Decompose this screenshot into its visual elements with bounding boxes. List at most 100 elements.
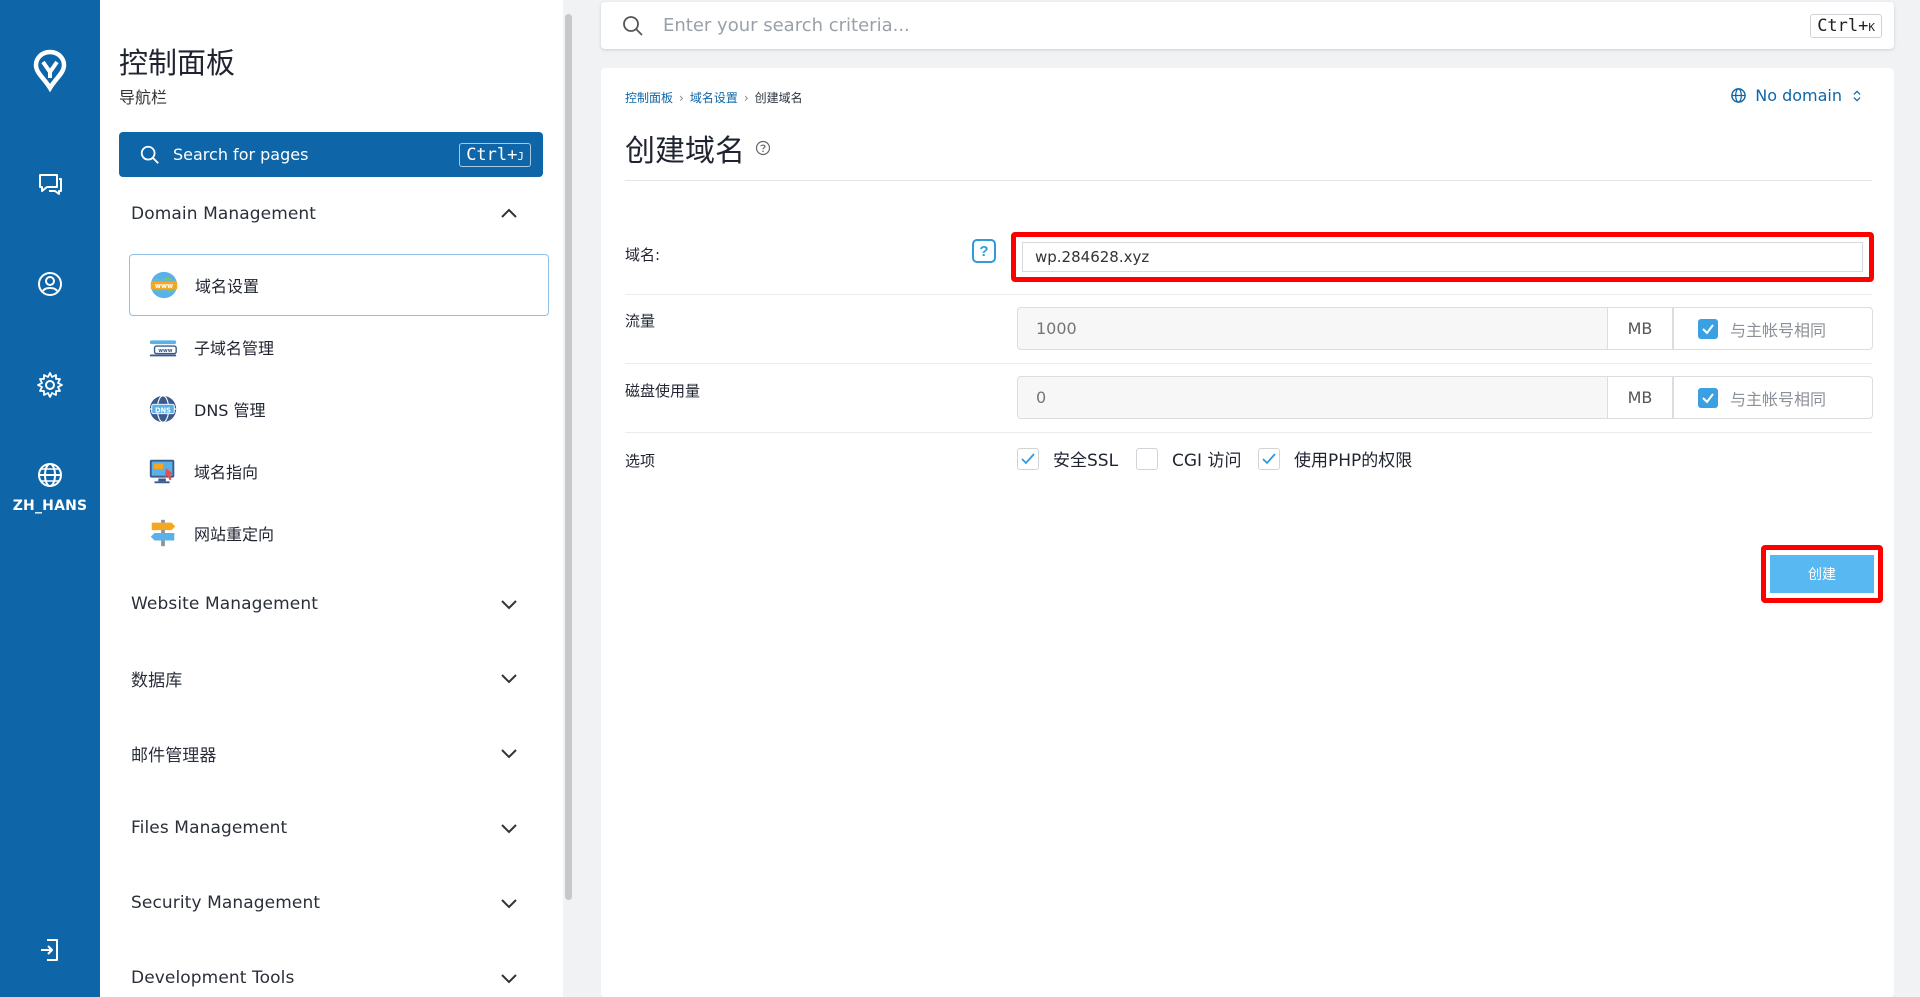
breadcrumb-separator-icon: › [743, 90, 749, 105]
domain-input-highlight [1011, 232, 1874, 282]
option-php-permission[interactable]: 使用PHP的权限 [1258, 446, 1412, 471]
breadcrumb-control-panel[interactable]: 控制面板 [625, 89, 673, 106]
nav-scrollbar[interactable] [563, 0, 575, 997]
app-logo[interactable] [0, 40, 100, 100]
domain-selector[interactable]: No domain [1730, 86, 1864, 105]
cgi-access-label: CGI 访问 [1172, 451, 1242, 471]
nav-section-database[interactable]: 数据库 [100, 656, 544, 700]
nav-section-website-management[interactable]: Website Management [100, 582, 544, 626]
disk-same-as-main-toggle[interactable]: 与主帐号相同 [1673, 376, 1873, 419]
traffic-field-label: 流量 [625, 312, 656, 330]
domain-field-label: 域名: [625, 246, 661, 264]
chevron-updown-icon [1853, 89, 1861, 102]
disk-same-label: 与主帐号相同 [1730, 389, 1827, 409]
chevron-down-icon [501, 899, 517, 909]
globe-icon [1731, 88, 1747, 103]
breadcrumb-separator-icon: › [679, 90, 684, 105]
traffic-same-label: 与主帐号相同 [1730, 320, 1827, 340]
chevron-down-icon [501, 749, 517, 759]
nav-section-label: Files Management [131, 818, 288, 838]
search-icon [140, 145, 159, 164]
search-icon [623, 15, 643, 36]
global-search-bar: Ctrl+K [601, 2, 1894, 49]
nav-section-label: Domain Management [131, 204, 317, 224]
secure-ssl-checkbox[interactable] [1017, 447, 1039, 470]
nav-item-label: DNS 管理 [194, 401, 266, 420]
dns-icon: DNS [146, 392, 180, 426]
nav-section-mail-manager[interactable]: 邮件管理器 [100, 731, 544, 775]
disk-unit: MB [1608, 376, 1673, 419]
nav-item-domain-settings[interactable]: www 域名设置 [129, 254, 549, 316]
domain-input[interactable] [1022, 242, 1863, 272]
title-divider [625, 180, 1872, 181]
navigation-panel: 控制面板 导航栏 Search for pages Ctrl+J Domain … [100, 0, 564, 997]
nav-section-label: Website Management [131, 594, 318, 614]
option-secure-ssl[interactable]: 安全SSL [1017, 446, 1118, 471]
language-label: ZH_HANS [12, 498, 88, 514]
logout-icon [41, 939, 58, 961]
main-content-card: 控制面板 › 域名设置 › 创建域名 No domain 创建域名 域名: ? … [601, 68, 1894, 997]
nav-item-label: 域名指向 [194, 463, 259, 482]
traffic-input[interactable] [1017, 307, 1608, 350]
svg-text:DNS: DNS [155, 406, 171, 414]
chevron-down-icon [501, 824, 517, 834]
breadcrumb: 控制面板 › 域名设置 › 创建域名 [625, 89, 803, 106]
nav-section-development-tools[interactable]: Development Tools [100, 956, 544, 997]
create-button[interactable]: 创建 [1770, 555, 1874, 593]
disk-same-checkbox[interactable] [1698, 387, 1718, 408]
nav-section-domain-management[interactable]: Domain Management [100, 192, 544, 236]
check-icon [1262, 452, 1276, 464]
cgi-access-checkbox[interactable] [1136, 447, 1158, 470]
rail-language-button[interactable]: ZH_HANS [0, 452, 100, 522]
rail-account-button[interactable] [0, 264, 100, 304]
nav-item-label: 域名设置 [195, 277, 260, 296]
traffic-same-as-main-toggle[interactable]: 与主帐号相同 [1673, 307, 1873, 350]
signpost-icon [146, 516, 180, 550]
subdomain-icon: www [146, 330, 180, 364]
row-divider [625, 294, 1872, 295]
page-search-label: Search for pages [173, 145, 309, 164]
nav-item-subdomain-management[interactable]: www 子域名管理 [129, 316, 549, 378]
global-search-input[interactable] [663, 15, 1811, 36]
help-circle-icon[interactable] [755, 140, 771, 156]
rail-chat-button[interactable] [0, 164, 100, 204]
page-search-shortcut: Ctrl+J [459, 142, 531, 167]
check-icon [1021, 452, 1035, 464]
chevron-down-icon [501, 600, 517, 610]
row-divider [625, 363, 1872, 364]
domain-pointer-icon [146, 454, 180, 488]
nav-section-label: 邮件管理器 [131, 745, 217, 766]
user-icon [38, 272, 62, 296]
option-cgi-access[interactable]: CGI 访问 [1136, 446, 1241, 471]
domain-help-button[interactable]: ? [972, 239, 996, 263]
rail-logout-button[interactable] [0, 930, 100, 970]
row-divider [625, 432, 1872, 433]
svg-text:www: www [158, 348, 173, 354]
nav-section-label: 数据库 [131, 670, 183, 691]
disk-usage-input[interactable] [1017, 376, 1608, 419]
nav-item-website-redirect[interactable]: 网站重定向 [129, 502, 549, 564]
logo-icon [33, 49, 67, 92]
secure-ssl-label: 安全SSL [1053, 451, 1119, 471]
chevron-down-icon [501, 974, 517, 984]
page-title-text: 创建域名 [625, 134, 745, 169]
nav-item-label: 子域名管理 [194, 339, 275, 358]
nav-section-files-management[interactable]: Files Management [100, 806, 544, 850]
traffic-unit: MB [1608, 307, 1673, 350]
chat-icon [39, 174, 62, 195]
chevron-up-icon [501, 208, 517, 218]
traffic-same-checkbox[interactable] [1698, 318, 1718, 339]
page-search-button[interactable]: Search for pages Ctrl+J [119, 132, 543, 177]
gear-icon [37, 372, 63, 398]
nav-subtitle: 导航栏 [119, 88, 168, 107]
rail-settings-button[interactable] [0, 365, 100, 405]
php-permission-label: 使用PHP的权限 [1294, 451, 1413, 471]
check-icon [1702, 323, 1714, 335]
nav-section-security-management[interactable]: Security Management [100, 881, 544, 925]
php-permission-checkbox[interactable] [1258, 447, 1280, 470]
nav-scrollbar-thumb[interactable] [565, 14, 572, 900]
globe-icon [38, 463, 62, 487]
breadcrumb-domain-settings[interactable]: 域名设置 [690, 89, 738, 106]
nav-item-dns-management[interactable]: DNS DNS 管理 [129, 378, 549, 440]
nav-item-domain-pointer[interactable]: 域名指向 [129, 440, 549, 502]
